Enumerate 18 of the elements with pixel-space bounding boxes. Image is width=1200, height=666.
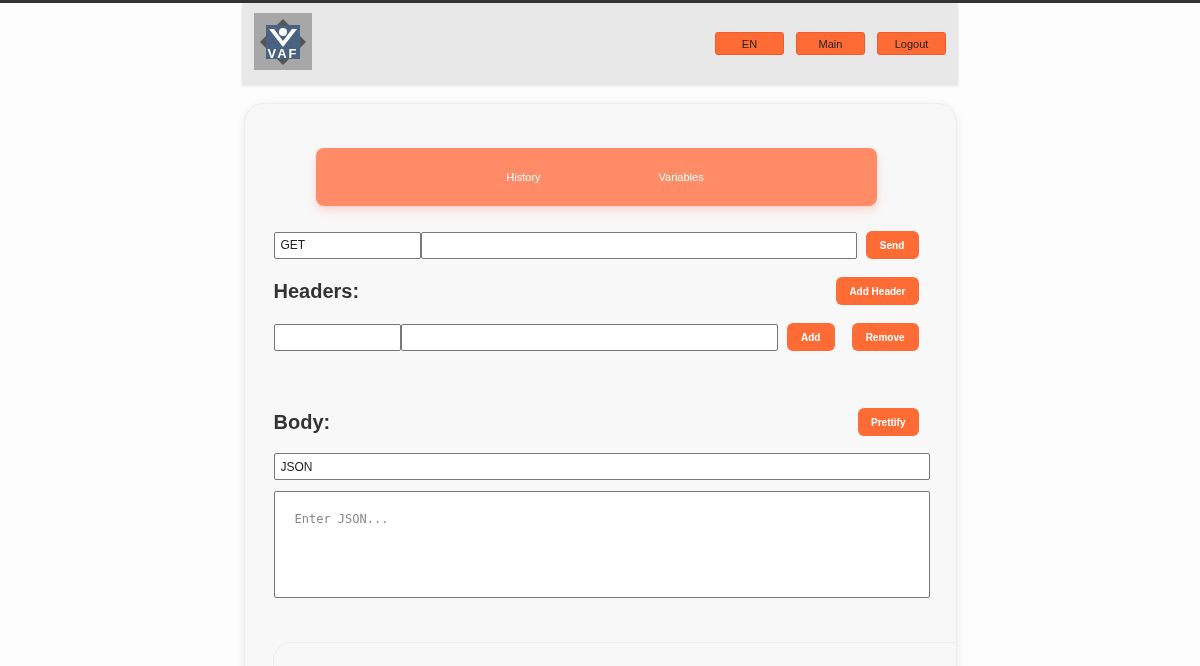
header-value-field[interactable] xyxy=(400,323,778,351)
add-header-button[interactable]: Add Header xyxy=(836,277,919,305)
method-field[interactable]: GET xyxy=(273,231,421,259)
header-button[interactable]: EN xyxy=(715,32,784,55)
section-heading: Body: xyxy=(273,410,332,434)
send-button[interactable]: Send xyxy=(865,231,919,259)
header-button[interactable]: Logout xyxy=(877,32,946,55)
section-heading: Headers: xyxy=(273,279,361,303)
remove-button[interactable]: Remove xyxy=(851,323,919,351)
header-key-field[interactable] xyxy=(273,323,401,351)
header-button[interactable]: Main xyxy=(796,32,865,55)
add-button[interactable]: Add xyxy=(786,323,835,351)
nav-link[interactable]: Variables xyxy=(640,171,704,183)
nav-link[interactable]: History xyxy=(488,171,541,183)
prettify-button[interactable]: Prettify xyxy=(858,408,919,436)
json-textarea[interactable]: Enter JSON... xyxy=(273,491,930,598)
url-field[interactable] xyxy=(420,231,857,259)
body-type-select[interactable]: JSON xyxy=(273,453,930,480)
